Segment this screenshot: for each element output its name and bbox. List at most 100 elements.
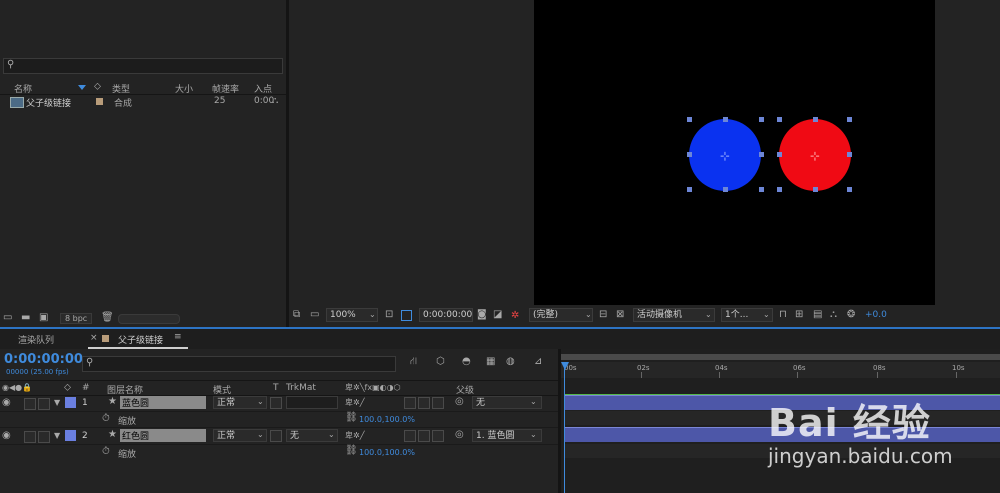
transform-handle[interactable] xyxy=(759,117,764,122)
property-value[interactable]: 100.0,100.0% xyxy=(359,415,415,424)
timeline-search-input[interactable]: ⚲ xyxy=(82,356,396,372)
switch-checkbox[interactable] xyxy=(418,430,430,442)
monitor-icon[interactable]: ▭ xyxy=(310,310,319,320)
preserve-transparency-checkbox[interactable] xyxy=(270,430,282,442)
switch-checkbox[interactable] xyxy=(418,397,430,409)
tab-menu-icon[interactable]: ≡ xyxy=(174,332,182,342)
anchor-point-icon[interactable]: ⊹ xyxy=(720,149,730,163)
project-scrollbar[interactable] xyxy=(118,314,180,324)
fast-previews-icon[interactable]: ⊞ xyxy=(795,310,803,320)
timeline-current-time[interactable]: 0:00:00:00 xyxy=(4,352,83,367)
layer-switches-icons[interactable]: 卑✲╱ xyxy=(345,431,365,441)
col-trkmat[interactable]: TrkMat xyxy=(286,383,316,393)
pick-whip-icon[interactable]: ◎ xyxy=(455,397,464,407)
transparency-grid-icon[interactable]: ⊠ xyxy=(616,310,624,320)
switch-checkbox[interactable] xyxy=(432,430,444,442)
anchor-point-icon[interactable]: ⊹ xyxy=(810,149,820,163)
switch-checkbox[interactable] xyxy=(404,397,416,409)
bpc-button[interactable]: 8 bpc xyxy=(60,313,93,324)
layer-row[interactable]: ◉ ▼ 2 ★ 红色圆 正常 ⌄ 无 ⌄ 卑✲╱ ◎ 1. 蓝色圆 ⌄ xyxy=(0,427,558,445)
trash-icon[interactable]: 🗑 xyxy=(101,313,114,323)
layer-name-field[interactable]: 红色圆 xyxy=(120,429,206,442)
lock-checkbox[interactable] xyxy=(38,398,50,410)
transform-handle[interactable] xyxy=(813,187,818,192)
work-area-bar[interactable] xyxy=(561,354,1000,360)
col-size[interactable]: 大小 xyxy=(175,82,193,95)
flowchart-icon[interactable]: ⛬ xyxy=(830,310,837,320)
draft-3d-icon[interactable]: ⬡ xyxy=(436,357,445,367)
transform-handle[interactable] xyxy=(777,152,782,157)
label-tag-icon[interactable]: ⬦ xyxy=(94,82,101,92)
property-value[interactable]: 100.0,100.0% xyxy=(359,448,415,457)
new-composition-icon[interactable]: ▣ xyxy=(39,313,48,323)
preserve-transparency-checkbox[interactable] xyxy=(270,397,282,409)
reset-exposure-icon[interactable]: ❂ xyxy=(847,310,855,320)
always-preview-icon[interactable]: ⧉ xyxy=(293,310,300,320)
layer-row[interactable]: ◉ ▼ 1 ★ 蓝色圆 正常 ⌄ 卑✲╱ ◎ 无 ⌄ xyxy=(0,395,558,412)
col-type[interactable]: 类型 xyxy=(112,82,130,95)
transform-handle[interactable] xyxy=(847,117,852,122)
project-item-comp[interactable]: 父子级链接 合成 25 0:00 ⛬ xyxy=(0,95,286,109)
tab-composition[interactable]: 父子级链接 xyxy=(118,333,163,346)
shy-layers-icon[interactable]: ◓ xyxy=(462,357,471,367)
transform-handle[interactable] xyxy=(759,187,764,192)
camera-snapshot-icon[interactable]: ◙ xyxy=(477,310,487,320)
motion-blur-icon[interactable]: ◍ xyxy=(506,357,515,367)
col-fps[interactable]: 帧速率 xyxy=(212,82,239,95)
trkmat-dropdown[interactable] xyxy=(286,396,338,409)
visibility-eye-icon[interactable]: ◉ xyxy=(2,431,11,441)
show-snapshot-icon[interactable]: ◪ xyxy=(493,310,502,320)
new-folder-icon[interactable]: ▬ xyxy=(21,313,30,323)
toggle-pixel-aspect-icon[interactable]: ⊓ xyxy=(779,310,787,320)
constrain-proportions-icon[interactable]: ⛓ xyxy=(345,446,358,456)
transform-handle[interactable] xyxy=(687,187,692,192)
tab-render-queue[interactable]: 渲染队列 xyxy=(18,333,54,346)
transform-handle[interactable] xyxy=(847,187,852,192)
expand-triangle-icon[interactable]: ▼ xyxy=(54,398,60,408)
solo-checkbox[interactable] xyxy=(24,431,36,443)
fit-frame-icon[interactable]: ⊡ xyxy=(385,310,393,320)
col-t[interactable]: T xyxy=(273,383,279,393)
transform-handle[interactable] xyxy=(777,187,782,192)
col-in[interactable]: 入点 xyxy=(254,82,272,95)
transform-handle[interactable] xyxy=(777,117,782,122)
camera-dropdown[interactable]: 活动摄像机 xyxy=(633,308,715,322)
graph-editor-icon[interactable]: ⊿ xyxy=(534,357,542,367)
transform-handle[interactable] xyxy=(687,117,692,122)
stopwatch-icon[interactable]: ⏱ xyxy=(102,447,110,457)
current-time-display[interactable]: 0:00:00:00 xyxy=(419,308,473,322)
pick-whip-icon[interactable]: ◎ xyxy=(455,430,464,440)
time-ruler[interactable]: 00s 02s 04s 06s 08s 10s xyxy=(561,362,1000,378)
comp-mini-flowchart-icon[interactable]: ⛙ xyxy=(410,357,417,367)
composition-canvas[interactable]: ⊹ ⊹ xyxy=(534,0,935,305)
frame-blending-icon[interactable]: ▦ xyxy=(486,357,495,367)
stopwatch-icon[interactable]: ⏱ xyxy=(102,414,110,424)
expand-triangle-icon[interactable]: ▼ xyxy=(54,431,60,441)
color-channels-icon[interactable]: ✲ xyxy=(511,310,519,321)
transform-handle[interactable] xyxy=(687,152,692,157)
resolution-dropdown[interactable]: (完整) xyxy=(529,308,593,322)
layer-label-color[interactable] xyxy=(65,397,76,408)
layer-label-color[interactable] xyxy=(65,430,76,441)
switch-checkbox[interactable] xyxy=(404,430,416,442)
exposure-value[interactable]: +0.0 xyxy=(865,310,887,320)
interpret-footage-icon[interactable]: ▭ xyxy=(3,313,12,323)
transform-handle[interactable] xyxy=(847,152,852,157)
transform-handle[interactable] xyxy=(813,117,818,122)
layer-switches-icons[interactable]: 卑✲╱ xyxy=(345,398,365,408)
fast-preview-icon[interactable]: ⊟ xyxy=(599,310,607,320)
layer-name-field[interactable]: 蓝色圆 xyxy=(120,396,206,409)
tab-close-icon[interactable]: × xyxy=(90,333,98,343)
constrain-proportions-icon[interactable]: ⛓ xyxy=(345,413,358,423)
transform-handle[interactable] xyxy=(759,152,764,157)
playhead-handle[interactable] xyxy=(561,362,569,370)
sort-arrow-icon[interactable] xyxy=(78,85,86,90)
lock-checkbox[interactable] xyxy=(38,431,50,443)
col-name[interactable]: 名称 xyxy=(14,82,32,95)
transform-handle[interactable] xyxy=(723,117,728,122)
timeline-icon[interactable]: ▤ xyxy=(813,310,822,320)
region-of-interest-icon[interactable] xyxy=(401,310,412,321)
solo-checkbox[interactable] xyxy=(24,398,36,410)
visibility-eye-icon[interactable]: ◉ xyxy=(2,398,11,408)
transform-handle[interactable] xyxy=(723,187,728,192)
